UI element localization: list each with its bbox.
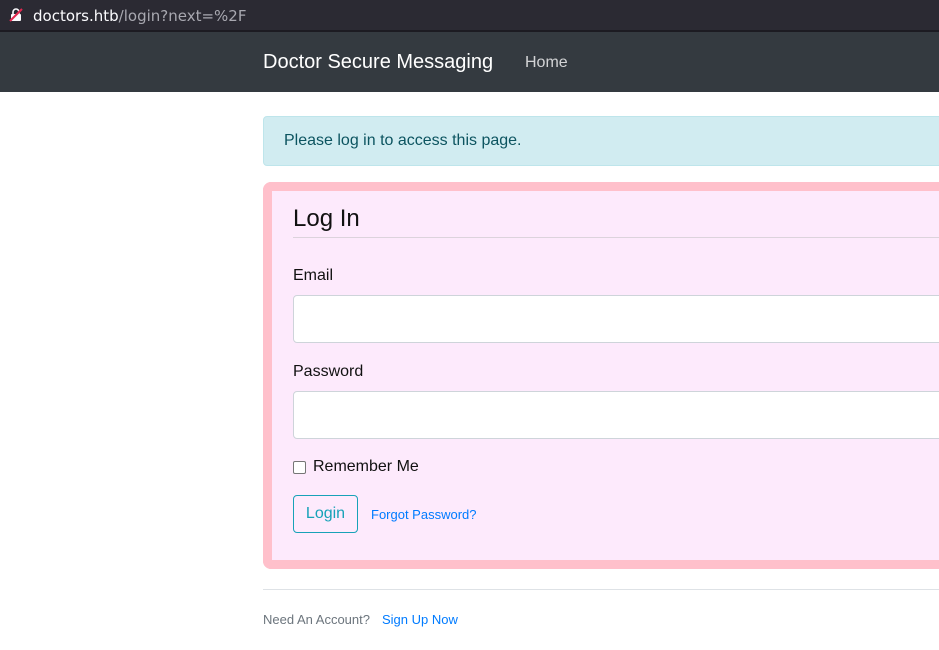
login-button[interactable]: Login: [293, 495, 358, 533]
remember-me-checkbox[interactable]: [293, 461, 306, 474]
password-field[interactable]: [293, 391, 939, 439]
alert-message: Please log in to access this page.: [284, 132, 522, 149]
navbar: Doctor Secure Messaging Home: [0, 32, 939, 92]
url-host: doctors.htb: [33, 7, 119, 25]
email-label: Email: [293, 267, 334, 284]
need-account-text: Need An Account?: [263, 612, 370, 627]
remember-me-label[interactable]: Remember Me: [313, 458, 419, 476]
sign-up-link[interactable]: Sign Up Now: [382, 612, 458, 627]
browser-url-bar[interactable]: doctors.htb/login?next=%2F: [0, 0, 939, 32]
navbar-brand[interactable]: Doctor Secure Messaging: [263, 51, 493, 74]
forgot-password-link[interactable]: Forgot Password?: [371, 507, 477, 522]
url-path: /login?next=%2F: [118, 7, 247, 25]
password-label: Password: [293, 363, 364, 380]
info-alert: Please log in to access this page.: [263, 116, 939, 166]
nav-link-home[interactable]: Home: [525, 54, 568, 72]
legend-divider: [293, 237, 939, 238]
url-text[interactable]: doctors.htb/login?next=%2F: [33, 7, 246, 25]
form-legend: Log In: [293, 205, 360, 232]
footer-divider: [263, 589, 939, 590]
insecure-lock-icon[interactable]: [9, 8, 23, 22]
email-field[interactable]: [293, 295, 939, 343]
login-form-card: Log In Email Password Remember Me Login …: [263, 182, 939, 569]
